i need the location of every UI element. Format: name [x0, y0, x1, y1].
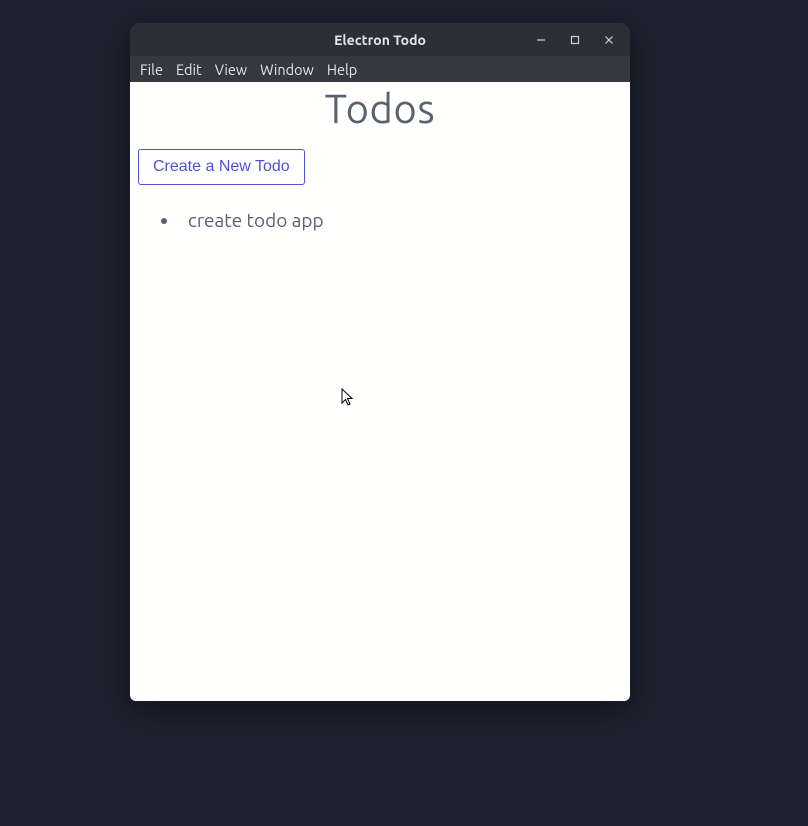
- page-title: Todos: [138, 86, 622, 131]
- titlebar[interactable]: Electron Todo: [130, 23, 630, 56]
- close-icon: [604, 35, 614, 45]
- app-window: Electron Todo File Edit View Window Help…: [130, 23, 630, 701]
- window-controls: [524, 23, 626, 56]
- menu-file[interactable]: File: [134, 59, 169, 80]
- minimize-button[interactable]: [524, 23, 558, 56]
- content-area: Todos Create a New Todo create todo app: [130, 82, 630, 701]
- menubar: File Edit View Window Help: [130, 56, 630, 82]
- menu-view[interactable]: View: [209, 59, 253, 80]
- maximize-button[interactable]: [558, 23, 592, 56]
- menu-edit[interactable]: Edit: [170, 59, 208, 80]
- create-todo-button[interactable]: Create a New Todo: [138, 149, 305, 185]
- minimize-icon: [536, 35, 546, 45]
- list-item: create todo app: [180, 209, 622, 231]
- menu-help[interactable]: Help: [321, 59, 363, 80]
- close-button[interactable]: [592, 23, 626, 56]
- window-title: Electron Todo: [334, 32, 426, 48]
- todo-list: create todo app: [138, 209, 622, 231]
- menu-window[interactable]: Window: [254, 59, 320, 80]
- maximize-icon: [570, 35, 580, 45]
- todo-text: create todo app: [188, 209, 324, 231]
